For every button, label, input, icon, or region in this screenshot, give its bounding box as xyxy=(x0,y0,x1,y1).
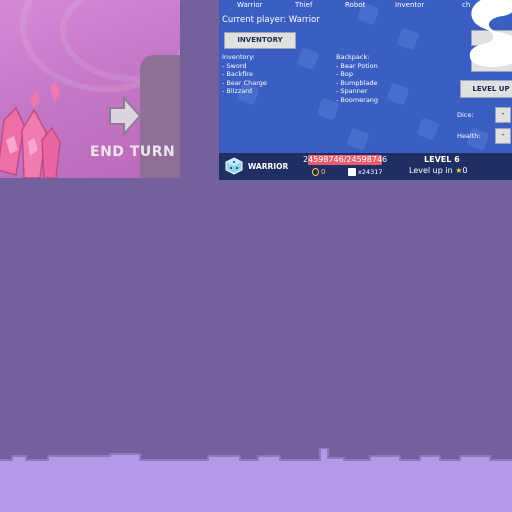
level-up-button[interactable]: LEVEL UP xyxy=(460,80,512,98)
tab-thief[interactable]: Thief xyxy=(295,1,312,9)
gold-coin-icon xyxy=(312,168,319,176)
game-scene-panel: END TURN xyxy=(0,0,180,178)
inventory-heading: Inventory: xyxy=(222,53,255,61)
dice-label: Dice: xyxy=(457,111,474,119)
dice-pattern-icon xyxy=(416,117,440,141)
list-item: - Blizzard xyxy=(222,87,252,96)
end-turn-button[interactable]: END TURN xyxy=(90,95,180,164)
end-turn-label: END TURN xyxy=(90,144,176,160)
list-item: - Spanner xyxy=(336,87,368,96)
list-item: - Boomerang xyxy=(336,95,379,104)
list-item: - Bop xyxy=(336,70,353,79)
health-text: 24598746/24598746 xyxy=(303,155,388,164)
list-item: - Backfire xyxy=(222,70,253,79)
dice-class-icon xyxy=(225,157,243,175)
backpack-list: Backpack: - Bear Potion - Bop - Bumpblad… xyxy=(336,53,378,105)
health-label: Health: xyxy=(457,132,481,140)
backpack-heading: Backpack: xyxy=(336,53,370,61)
dice-minus-button[interactable]: - xyxy=(495,107,511,123)
list-item: - Sword xyxy=(222,61,247,70)
list-item: - Bear Charge xyxy=(222,78,267,87)
dice-pattern-icon xyxy=(346,127,370,151)
class-name: WARRIOR xyxy=(248,162,289,171)
ground-strip xyxy=(0,448,512,512)
level-label: LEVEL 6 xyxy=(424,155,460,164)
gold-count: 0 xyxy=(321,168,326,176)
level-up-progress: Level up in ★0 xyxy=(409,166,467,175)
inventory-list: Inventory: - Sword - Backfire - Bear Cha… xyxy=(222,53,267,96)
tab-inventor[interactable]: Inventor xyxy=(395,1,424,9)
dice-pattern-icon xyxy=(296,47,320,71)
dice-pattern-icon xyxy=(386,82,410,106)
dice-icon xyxy=(348,168,356,176)
list-item: - Bumpblade xyxy=(336,78,378,87)
list-item: - Bear Potion xyxy=(336,61,378,70)
speech-blob-icon xyxy=(469,0,512,67)
inventory-button[interactable]: INVENTORY xyxy=(224,32,296,49)
health-minus-button[interactable]: - xyxy=(495,128,511,144)
dice-count: x24317 xyxy=(358,168,383,176)
current-player-label: Current player: Warrior xyxy=(222,15,320,25)
player-status-bar: WARRIOR 24598746/24598746 0 x24317 LEVEL… xyxy=(219,153,512,180)
arrow-right-icon xyxy=(109,95,142,137)
tab-warrior[interactable]: Warrior xyxy=(237,1,263,9)
dice-pattern-icon xyxy=(396,27,420,51)
crystal-cluster-icon xyxy=(0,80,61,178)
level-up-text: Level up in xyxy=(409,166,453,175)
tab-robot[interactable]: Robot xyxy=(345,1,365,9)
level-up-amount: 0 xyxy=(462,166,468,175)
